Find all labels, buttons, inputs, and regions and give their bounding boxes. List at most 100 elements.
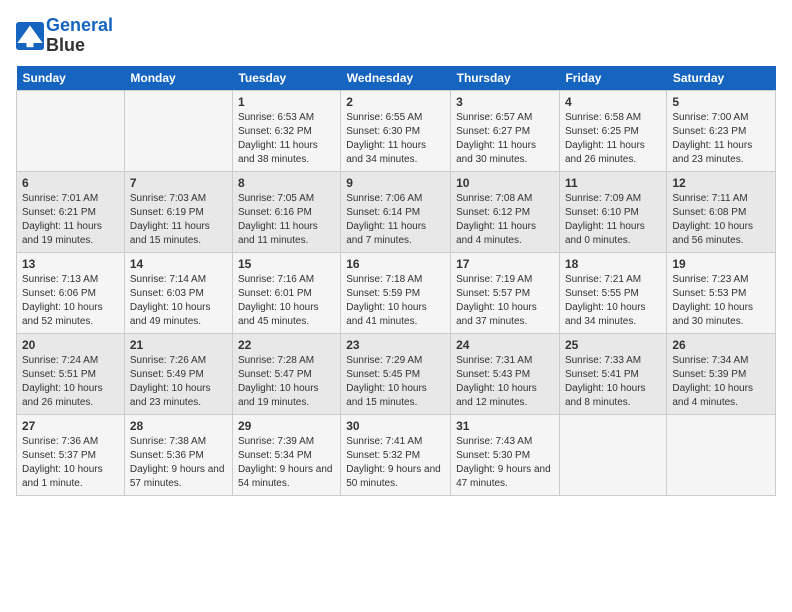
calendar-cell: 3 Sunrise: 6:57 AM Sunset: 6:27 PM Daylig… (451, 90, 560, 171)
day-number: 6 (22, 176, 119, 190)
day-info: Sunrise: 7:13 AM Sunset: 6:06 PM Dayligh… (22, 273, 119, 329)
day-number: 2 (346, 95, 445, 109)
day-info: Sunrise: 7:38 AM Sunset: 5:36 PM Dayligh… (130, 435, 227, 491)
day-number: 14 (130, 257, 227, 271)
calendar-cell: 18 Sunrise: 7:21 AM Sunset: 5:55 PM Dayli… (559, 252, 666, 333)
calendar-cell: 19 Sunrise: 7:23 AM Sunset: 5:53 PM Dayli… (667, 252, 776, 333)
calendar-cell: 24 Sunrise: 7:31 AM Sunset: 5:43 PM Dayli… (451, 333, 560, 414)
calendar-cell: 27 Sunrise: 7:36 AM Sunset: 5:37 PM Dayli… (17, 414, 125, 495)
day-info: Sunrise: 7:31 AM Sunset: 5:43 PM Dayligh… (456, 354, 554, 410)
calendar-cell: 1Sunrise: 6:53 AM Sunset: 6:32 PM Daylig… (232, 90, 340, 171)
calendar-cell (17, 90, 125, 171)
day-number: 18 (565, 257, 661, 271)
day-number: 15 (238, 257, 335, 271)
day-number: 10 (456, 176, 554, 190)
day-number: 29 (238, 419, 335, 433)
day-number: 5 (672, 95, 770, 109)
day-number: 30 (346, 419, 445, 433)
day-info: Sunrise: 7:39 AM Sunset: 5:34 PM Dayligh… (238, 435, 335, 491)
calendar-cell: 22Sunrise: 7:28 AM Sunset: 5:47 PM Dayli… (232, 333, 340, 414)
day-number: 21 (130, 338, 227, 352)
calendar-cell: 11 Sunrise: 7:09 AM Sunset: 6:10 PM Dayli… (559, 171, 666, 252)
col-header-friday: Friday (559, 66, 666, 91)
day-info: Sunrise: 7:08 AM Sunset: 6:12 PM Dayligh… (456, 192, 554, 248)
day-info: Sunrise: 7:00 AM Sunset: 6:23 PM Dayligh… (672, 111, 770, 167)
day-info: Sunrise: 7:43 AM Sunset: 5:30 PM Dayligh… (456, 435, 554, 491)
calendar-cell: 10 Sunrise: 7:08 AM Sunset: 6:12 PM Dayli… (451, 171, 560, 252)
calendar-cell (667, 414, 776, 495)
calendar-cell: 16 Sunrise: 7:18 AM Sunset: 5:59 PM Dayli… (341, 252, 451, 333)
col-header-tuesday: Tuesday (232, 66, 340, 91)
col-header-wednesday: Wednesday (341, 66, 451, 91)
col-header-sunday: Sunday (17, 66, 125, 91)
day-number: 25 (565, 338, 661, 352)
day-number: 3 (456, 95, 554, 109)
day-info: Sunrise: 7:24 AM Sunset: 5:51 PM Dayligh… (22, 354, 119, 410)
calendar-week-row: 1Sunrise: 6:53 AM Sunset: 6:32 PM Daylig… (17, 90, 776, 171)
calendar-cell: 23Sunrise: 7:29 AM Sunset: 5:45 PM Dayli… (341, 333, 451, 414)
day-info: Sunrise: 7:01 AM Sunset: 6:21 PM Dayligh… (22, 192, 119, 248)
calendar-cell: 28 Sunrise: 7:38 AM Sunset: 5:36 PM Dayli… (124, 414, 232, 495)
day-info: Sunrise: 7:19 AM Sunset: 5:57 PM Dayligh… (456, 273, 554, 329)
day-number: 19 (672, 257, 770, 271)
day-number: 8 (238, 176, 335, 190)
day-info: Sunrise: 6:58 AM Sunset: 6:25 PM Dayligh… (565, 111, 661, 167)
calendar-week-row: 6 Sunrise: 7:01 AM Sunset: 6:21 PM Daylig… (17, 171, 776, 252)
calendar-cell: 25 Sunrise: 7:33 AM Sunset: 5:41 PM Dayli… (559, 333, 666, 414)
calendar-cell: 29 Sunrise: 7:39 AM Sunset: 5:34 PM Dayli… (232, 414, 340, 495)
day-number: 24 (456, 338, 554, 352)
calendar-cell: 7Sunrise: 7:03 AM Sunset: 6:19 PM Daylig… (124, 171, 232, 252)
day-number: 16 (346, 257, 445, 271)
calendar-cell: 31 Sunrise: 7:43 AM Sunset: 5:30 PM Dayli… (451, 414, 560, 495)
calendar-cell (559, 414, 666, 495)
day-info: Sunrise: 7:05 AM Sunset: 6:16 PM Dayligh… (238, 192, 335, 248)
calendar-cell: 6 Sunrise: 7:01 AM Sunset: 6:21 PM Daylig… (17, 171, 125, 252)
logo-icon (16, 22, 44, 50)
day-info: Sunrise: 7:09 AM Sunset: 6:10 PM Dayligh… (565, 192, 661, 248)
calendar-cell: 2Sunrise: 6:55 AM Sunset: 6:30 PM Daylig… (341, 90, 451, 171)
calendar-week-row: 13 Sunrise: 7:13 AM Sunset: 6:06 PM Dayli… (17, 252, 776, 333)
day-info: Sunrise: 7:29 AM Sunset: 5:45 PM Dayligh… (346, 354, 445, 410)
calendar-cell: 14 Sunrise: 7:14 AM Sunset: 6:03 PM Dayli… (124, 252, 232, 333)
page-header: General Blue (16, 16, 776, 56)
day-number: 12 (672, 176, 770, 190)
calendar-cell: 8 Sunrise: 7:05 AM Sunset: 6:16 PM Daylig… (232, 171, 340, 252)
calendar-cell: 15Sunrise: 7:16 AM Sunset: 6:01 PM Dayli… (232, 252, 340, 333)
day-info: Sunrise: 6:57 AM Sunset: 6:27 PM Dayligh… (456, 111, 554, 167)
day-info: Sunrise: 7:06 AM Sunset: 6:14 PM Dayligh… (346, 192, 445, 248)
day-number: 1 (238, 95, 335, 109)
day-number: 7 (130, 176, 227, 190)
calendar-cell: 20 Sunrise: 7:24 AM Sunset: 5:51 PM Dayli… (17, 333, 125, 414)
day-number: 20 (22, 338, 119, 352)
calendar-cell: 5 Sunrise: 7:00 AM Sunset: 6:23 PM Daylig… (667, 90, 776, 171)
day-info: Sunrise: 7:34 AM Sunset: 5:39 PM Dayligh… (672, 354, 770, 410)
col-header-monday: Monday (124, 66, 232, 91)
col-header-thursday: Thursday (451, 66, 560, 91)
calendar-week-row: 27 Sunrise: 7:36 AM Sunset: 5:37 PM Dayli… (17, 414, 776, 495)
day-number: 27 (22, 419, 119, 433)
day-number: 11 (565, 176, 661, 190)
calendar-table: SundayMondayTuesdayWednesdayThursdayFrid… (16, 66, 776, 496)
calendar-cell: 30Sunrise: 7:41 AM Sunset: 5:32 PM Dayli… (341, 414, 451, 495)
logo: General Blue (16, 16, 113, 56)
calendar-cell: 17 Sunrise: 7:19 AM Sunset: 5:57 PM Dayli… (451, 252, 560, 333)
calendar-cell: 26 Sunrise: 7:34 AM Sunset: 5:39 PM Dayli… (667, 333, 776, 414)
calendar-cell: 13 Sunrise: 7:13 AM Sunset: 6:06 PM Dayli… (17, 252, 125, 333)
day-number: 28 (130, 419, 227, 433)
day-number: 4 (565, 95, 661, 109)
day-number: 13 (22, 257, 119, 271)
day-number: 9 (346, 176, 445, 190)
calendar-cell: 12Sunrise: 7:11 AM Sunset: 6:08 PM Dayli… (667, 171, 776, 252)
day-info: Sunrise: 7:33 AM Sunset: 5:41 PM Dayligh… (565, 354, 661, 410)
day-number: 26 (672, 338, 770, 352)
day-info: Sunrise: 7:26 AM Sunset: 5:49 PM Dayligh… (130, 354, 227, 410)
day-info: Sunrise: 7:18 AM Sunset: 5:59 PM Dayligh… (346, 273, 445, 329)
day-number: 17 (456, 257, 554, 271)
logo-text: General Blue (46, 16, 113, 56)
calendar-cell: 9 Sunrise: 7:06 AM Sunset: 6:14 PM Daylig… (341, 171, 451, 252)
day-info: Sunrise: 7:23 AM Sunset: 5:53 PM Dayligh… (672, 273, 770, 329)
day-info: Sunrise: 7:21 AM Sunset: 5:55 PM Dayligh… (565, 273, 661, 329)
day-info: Sunrise: 7:14 AM Sunset: 6:03 PM Dayligh… (130, 273, 227, 329)
day-number: 31 (456, 419, 554, 433)
day-info: Sunrise: 7:36 AM Sunset: 5:37 PM Dayligh… (22, 435, 119, 491)
